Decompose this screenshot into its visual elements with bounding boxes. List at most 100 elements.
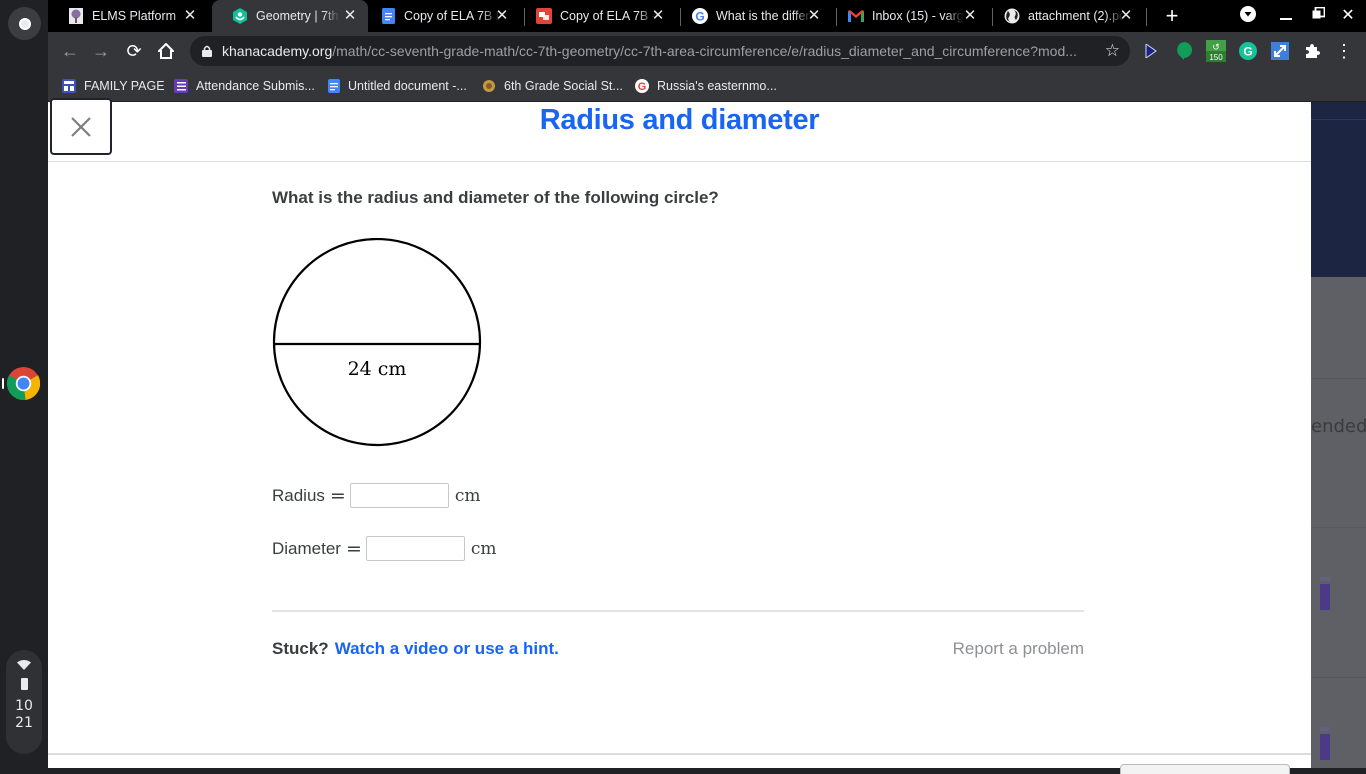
close-tab-icon[interactable]: ✕	[494, 8, 510, 24]
tab-elms[interactable]: ELMS Platform ✕	[48, 0, 208, 32]
exercise-title: Radius and diameter	[539, 104, 820, 136]
bookmark-label: Attendance Submis...	[196, 79, 315, 93]
bookmark-star-icon[interactable]: ☆	[1105, 41, 1120, 61]
battery-charging-icon	[20, 678, 28, 690]
section-divider	[272, 610, 1084, 612]
running-indicator	[2, 378, 4, 389]
background-divider	[1311, 378, 1366, 379]
new-tab-button[interactable]: +	[1160, 4, 1184, 28]
google-docs-icon	[328, 79, 340, 93]
stuck-label: Stuck?	[272, 639, 329, 658]
page-viewport: ended Radius and diameter What is the ra…	[48, 98, 1366, 774]
diameter-input[interactable]	[365, 536, 465, 561]
radius-label: Radius	[272, 485, 325, 505]
url-text: khanacademy.org/math/cc-seventh-grade-ma…	[222, 43, 1092, 59]
check-answer-button[interactable]	[1120, 764, 1290, 774]
tab-google-search[interactable]: G What is the differe ✕	[672, 0, 832, 32]
bookmark-attendance[interactable]: Attendance Submis...	[174, 76, 315, 96]
tab-title: ELMS Platform	[92, 9, 177, 23]
bookmark-label: Russia's easternmo...	[657, 79, 777, 93]
close-tab-icon[interactable]: ✕	[1118, 8, 1134, 24]
restore-button[interactable]	[1308, 6, 1328, 26]
google-icon: G	[635, 79, 649, 93]
forward-button[interactable]: →	[89, 39, 113, 63]
close-window-button[interactable]: ✕	[1338, 6, 1358, 26]
clock-minute: 21	[15, 715, 33, 731]
bookmark-family-page[interactable]: FAMILY PAGE	[62, 76, 165, 96]
background-badge-icon	[1320, 577, 1330, 610]
circle-figure: 24 cm	[272, 238, 482, 447]
radius-input[interactable]	[349, 483, 449, 508]
radius-row: Radius = cm	[272, 483, 481, 508]
footer-divider	[48, 753, 1311, 755]
tab-ela-slides[interactable]: Copy of ELA 7B - S ✕	[516, 0, 676, 32]
system-tray[interactable]: 10 21	[6, 650, 42, 754]
home-button[interactable]	[154, 39, 178, 63]
grammarly-extension-icon[interactable]: G	[1237, 40, 1259, 62]
report-problem-link[interactable]: Report a problem	[953, 639, 1084, 659]
minimize-button[interactable]	[1276, 6, 1296, 26]
bookmark-social-studies[interactable]: 6th Grade Social St...	[482, 76, 623, 96]
extensions-puzzle-icon[interactable]	[1301, 40, 1323, 62]
expand-extension-icon[interactable]	[1269, 40, 1291, 62]
extension-badge: 150	[1209, 53, 1223, 62]
gmail-icon	[848, 8, 864, 24]
close-tab-icon[interactable]: ✕	[806, 8, 822, 24]
tab-strip: ELMS Platform ✕ Geometry | 7th grade ✕ C…	[48, 0, 1366, 32]
background-divider	[1311, 677, 1366, 678]
svg-text:G: G	[695, 10, 704, 24]
more-menu-icon[interactable]: ⋮	[1333, 40, 1355, 62]
background-badge-icon	[1320, 727, 1330, 760]
tab-ela-doc[interactable]: Copy of ELA 7B Le ✕	[360, 0, 520, 32]
hangouts-extension-icon[interactable]	[1173, 40, 1195, 62]
bookmark-label: Untitled document -...	[348, 79, 467, 93]
equals-sign: =	[345, 537, 362, 560]
browser-toolbar: ← → ⟳ khanacademy.org/math/cc-seventh-gr…	[48, 32, 1366, 70]
svg-text:G: G	[1243, 45, 1252, 59]
social-studies-icon	[482, 79, 496, 93]
google-sites-icon	[62, 79, 76, 93]
elms-tree-icon	[68, 8, 84, 24]
cursor-extension-icon[interactable]	[1140, 40, 1162, 62]
clock-hour: 10	[15, 698, 33, 714]
svg-text:↺: ↺	[1212, 42, 1220, 52]
bookmark-label: FAMILY PAGE	[84, 79, 165, 93]
khan-academy-icon	[232, 8, 248, 24]
diameter-row: Diameter = cm	[272, 536, 497, 561]
reload-button[interactable]: ⟳	[122, 39, 146, 63]
close-tab-icon[interactable]: ✕	[342, 8, 358, 24]
tab-attachment[interactable]: attachment (2).pdf ✕	[984, 0, 1144, 32]
os-shelf: 10 21	[0, 0, 48, 768]
chrome-icon[interactable]	[7, 367, 40, 400]
address-bar[interactable]: khanacademy.org/math/cc-seventh-grade-ma…	[190, 36, 1130, 66]
tab-search-button[interactable]	[1238, 6, 1258, 26]
diameter-label-text: Diameter	[272, 538, 341, 558]
exercise-modal: Radius and diameter What is the radius a…	[48, 98, 1311, 774]
bookmark-untitled-document[interactable]: Untitled document -...	[328, 76, 467, 96]
tab-title: attachment (2).pdf	[1028, 9, 1124, 23]
hint-link[interactable]: Watch a video or use a hint.	[335, 639, 559, 658]
url-path: /math/cc-seventh-grade-math/cc-7th-geome…	[332, 43, 1077, 59]
stuck-prompt: Stuck? Watch a video or use a hint.	[272, 639, 559, 659]
close-tab-icon[interactable]: ✕	[962, 8, 978, 24]
timer-extension-icon[interactable]: ↺ 150	[1205, 40, 1227, 62]
background-divider	[1311, 527, 1366, 528]
launcher-button[interactable]	[8, 7, 41, 40]
question-text: What is the radius and diameter of the f…	[272, 188, 719, 207]
close-tab-icon[interactable]: ✕	[650, 8, 666, 24]
tab-geometry[interactable]: Geometry | 7th grade ✕	[212, 0, 368, 32]
google-slides-icon	[536, 8, 552, 24]
bookmark-russia[interactable]: G Russia's easternmo...	[635, 76, 777, 96]
back-button[interactable]: ←	[58, 39, 82, 63]
globe-icon	[1004, 8, 1020, 24]
tab-gmail[interactable]: Inbox (15) - vargi ✕	[828, 0, 988, 32]
tab-title: Copy of ELA 7B Le	[404, 9, 500, 23]
close-tab-icon[interactable]: ✕	[182, 8, 198, 24]
tab-title: Copy of ELA 7B - S	[560, 9, 656, 23]
bookmarks-bar: FAMILY PAGE Attendance Submis... Untitle…	[48, 70, 1366, 102]
google-forms-icon	[174, 79, 188, 93]
lock-icon	[202, 45, 212, 57]
svg-text:G: G	[638, 81, 647, 93]
exercise-header: Radius and diameter	[48, 98, 1311, 162]
launcher-circle-icon	[18, 17, 31, 30]
